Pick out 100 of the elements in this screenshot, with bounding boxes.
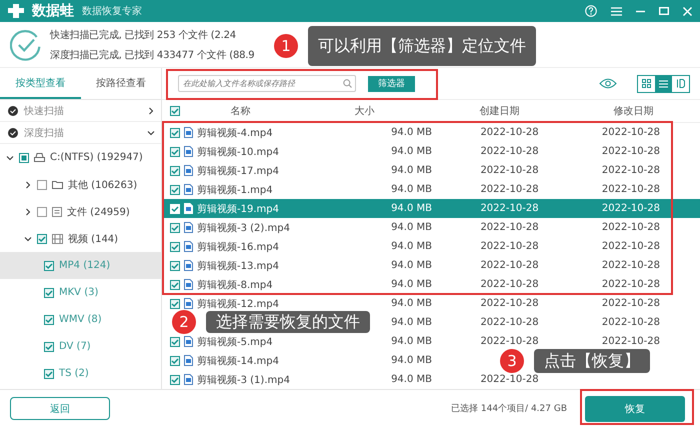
row-checkbox[interactable] — [170, 242, 180, 252]
row-checkbox[interactable] — [170, 128, 180, 138]
file-size: 94.0 MB — [391, 203, 432, 214]
created-date: 2022-10-28 — [479, 317, 539, 328]
row-checkbox[interactable] — [170, 356, 180, 366]
column-header[interactable]: 大小 — [297, 104, 432, 118]
app-subtitle: 数据恢复专家 — [82, 4, 142, 18]
grid-view-icon — [642, 79, 651, 88]
file-size: 94.0 MB — [391, 260, 432, 271]
tree-checkbox[interactable] — [44, 314, 54, 324]
scan-label: 快速扫描 — [24, 104, 64, 118]
file-name: 剪辑视频-3 (2).mp4 — [197, 222, 290, 234]
callout-tooltip: 2 选择需要恢复的文件 — [172, 310, 370, 334]
app-name: 数据蛙 — [32, 2, 74, 20]
file-icon — [184, 127, 193, 138]
file-icon — [184, 336, 193, 347]
file-size: 94.0 MB — [391, 336, 432, 347]
file-icon — [184, 279, 193, 290]
logo-icon — [8, 4, 24, 18]
tree-checkbox[interactable] — [37, 180, 47, 190]
modified-date: 2022-10-28 — [602, 184, 661, 195]
file-name: 剪辑视频-17.mp4 — [197, 164, 279, 178]
drive-icon — [34, 153, 45, 162]
tree-label: 视频 (144) — [68, 232, 118, 246]
help-icon[interactable] — [585, 5, 597, 17]
expand-icon[interactable] — [24, 180, 32, 188]
tree-label: TS (2) — [59, 368, 89, 379]
file-name: 剪辑视频-16.mp4 — [197, 240, 279, 254]
tree-item[interactable]: DV (7) — [0, 333, 161, 360]
recover-button[interactable]: 恢复 — [585, 396, 685, 422]
created-date: 2022-10-28 — [479, 241, 539, 252]
eye-icon[interactable] — [599, 78, 617, 89]
tree-checkbox[interactable] — [44, 288, 54, 298]
search-icon — [343, 79, 352, 88]
menu-icon[interactable] — [611, 6, 622, 16]
film-icon — [52, 234, 63, 244]
check-circle-icon — [8, 128, 18, 138]
file-icon — [184, 355, 193, 366]
modified-date: 2022-10-28 — [602, 127, 661, 138]
column-header[interactable]: 修改日期 — [567, 104, 700, 118]
selected-tree-item[interactable]: MP4 (124) — [0, 252, 161, 279]
tree-checkbox[interactable] — [19, 152, 29, 162]
expand-icon[interactable] — [147, 106, 155, 114]
row-checkbox[interactable] — [170, 184, 180, 194]
file-icon — [184, 260, 193, 271]
created-date: 2022-10-28 — [479, 222, 539, 233]
back-button[interactable]: 返回 — [10, 397, 110, 420]
file-icon — [184, 203, 193, 214]
tree-checkbox[interactable] — [44, 368, 54, 378]
file-size: 94.0 MB — [391, 355, 432, 366]
file-size: 94.0 MB — [391, 165, 432, 176]
collapse-icon[interactable] — [24, 234, 32, 242]
file-name: 剪辑视频-5.mp4 — [197, 336, 273, 348]
row-checkbox[interactable] — [170, 222, 180, 232]
minimize-icon[interactable] — [636, 10, 645, 12]
tree-item[interactable]: 视频 (144) — [0, 225, 161, 252]
tree-item[interactable]: 文件 (24959) — [0, 198, 161, 225]
row-checkbox[interactable] — [170, 374, 180, 384]
created-date: 2022-10-28 — [479, 298, 539, 309]
file-icon — [184, 222, 193, 233]
row-checkbox[interactable] — [170, 146, 180, 156]
modified-date: 2022-10-28 — [602, 317, 661, 328]
view-mode-button[interactable] — [655, 76, 672, 92]
close-icon[interactable] — [683, 6, 692, 16]
tree-checkbox[interactable] — [44, 342, 54, 352]
row-checkbox[interactable] — [170, 336, 180, 346]
file-name: 剪辑视频-12.mp4 — [197, 298, 279, 310]
collapse-icon[interactable] — [147, 128, 155, 136]
filter-button[interactable]: 筛选器 — [368, 76, 415, 92]
search-field[interactable]: 在此处输入文件名称或保存路径 — [178, 75, 356, 92]
row-checkbox[interactable] — [170, 298, 180, 308]
file-size: 94.0 MB — [391, 127, 432, 138]
maximize-icon[interactable] — [659, 7, 669, 15]
row-checkbox[interactable] — [170, 166, 180, 176]
file-size: 94.0 MB — [391, 317, 432, 328]
file-size: 94.0 MB — [391, 184, 432, 195]
tree-item[interactable]: WMV (8) — [0, 306, 161, 333]
modified-date: 2022-10-28 — [602, 298, 661, 309]
row-checkbox[interactable] — [170, 280, 180, 290]
tree-item[interactable]: 其他 (106263) — [0, 171, 161, 198]
document-icon — [52, 206, 62, 216]
column-header[interactable]: 创建日期 — [432, 104, 567, 118]
selected-file-row[interactable]: 剪辑视频-19.mp4 94.0 MB 2022-10-28 2022-10-28 — [162, 199, 700, 218]
file-name: 剪辑视频-4.mp4 — [197, 126, 273, 140]
row-checkbox[interactable] — [170, 260, 180, 270]
modified-date: 2022-10-28 — [602, 146, 661, 157]
list-view-icon — [659, 80, 668, 88]
select-all-checkbox[interactable] — [170, 106, 180, 116]
tree-checkbox[interactable] — [37, 206, 47, 216]
tree-checkbox[interactable] — [44, 260, 54, 270]
collapse-icon[interactable] — [6, 154, 14, 162]
column-header[interactable]: 名称 — [184, 104, 297, 118]
created-date: 2022-10-28 — [479, 374, 539, 385]
tree-checkbox[interactable] — [37, 234, 47, 244]
tree-item[interactable]: C:(NTFS) (192947) — [0, 144, 161, 171]
tree-item[interactable]: MKV (3) — [0, 279, 161, 306]
expand-icon[interactable] — [24, 208, 32, 216]
file-icon — [184, 184, 193, 195]
modified-date: 2022-10-28 — [602, 241, 661, 252]
tree-item[interactable]: TS (2) — [0, 360, 161, 387]
